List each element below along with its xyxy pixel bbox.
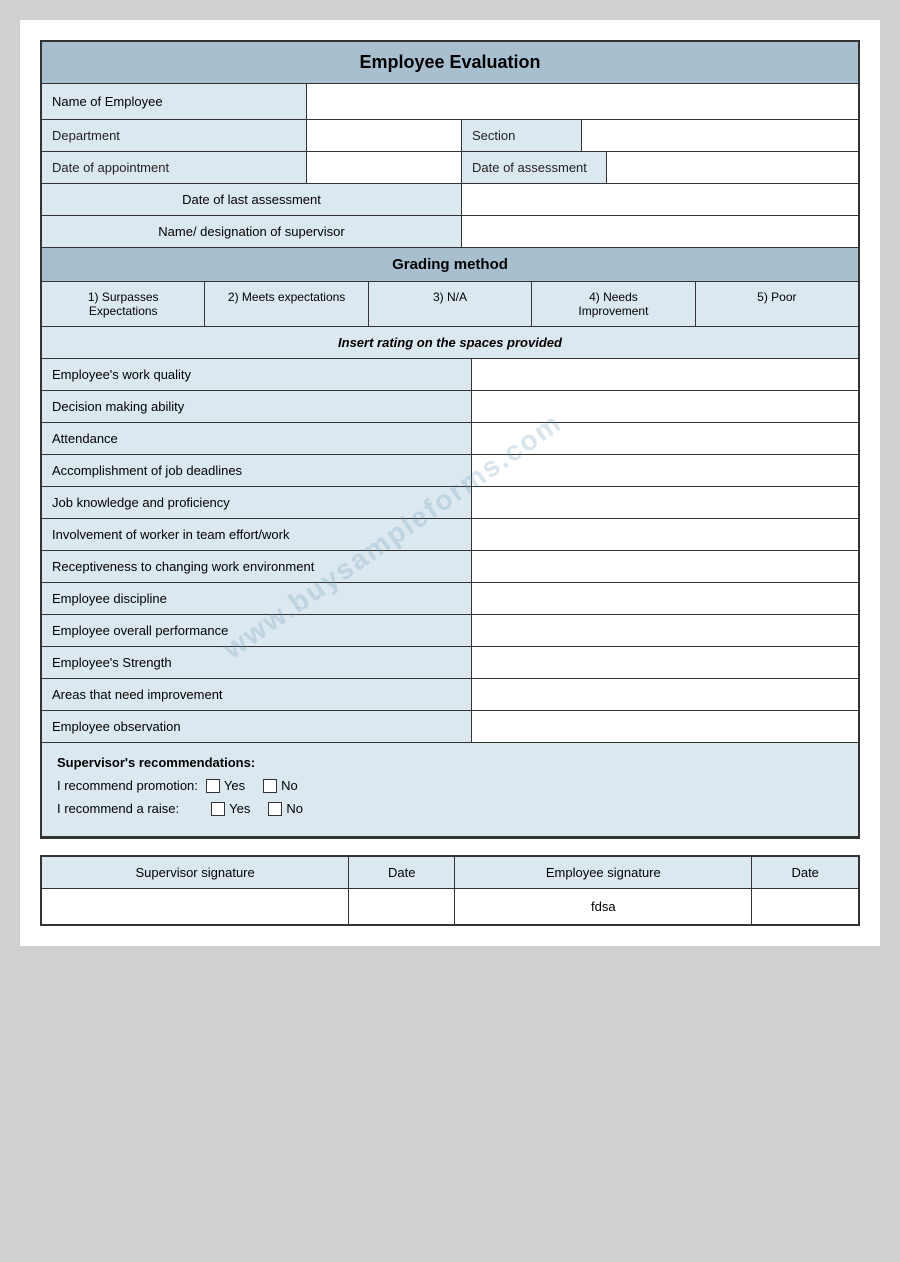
raise-label: I recommend a raise:: [57, 801, 179, 816]
eval-value-10[interactable]: [472, 647, 858, 678]
eval-value-7[interactable]: [472, 551, 858, 582]
list-item: Employee's work quality: [42, 359, 858, 391]
insert-note: Insert rating on the spaces provided: [42, 327, 858, 359]
employee-sig-value[interactable]: fdsa: [455, 889, 752, 925]
department-value[interactable]: [307, 120, 462, 151]
eval-label-2: Decision making ability: [42, 391, 472, 422]
recommendations-section: Supervisor's recommendations: I recommen…: [42, 742, 858, 837]
sig-header-2: Date: [349, 856, 455, 889]
last-assessment-value[interactable]: [462, 184, 858, 215]
grading-options: 1) SurpassesExpectations 2) Meets expect…: [42, 282, 858, 327]
eval-value-1[interactable]: [472, 359, 858, 390]
section-label: Section: [462, 120, 582, 151]
grading-header: Grading method: [42, 248, 858, 282]
supervisor-label: Name/ designation of supervisor: [42, 216, 462, 247]
appointment-label: Date of appointment: [42, 152, 307, 183]
eval-value-9[interactable]: [472, 615, 858, 646]
eval-label-8: Employee discipline: [42, 583, 472, 614]
raise-line: I recommend a raise: Yes No: [57, 801, 843, 816]
no-text-1: No: [281, 778, 298, 793]
grade-option-2: 2) Meets expectations: [205, 282, 368, 326]
promotion-yes-checkbox[interactable]: [206, 779, 220, 793]
eval-label-3: Attendance: [42, 423, 472, 454]
list-item: Involvement of worker in team effort/wor…: [42, 519, 858, 551]
eval-label-7: Receptiveness to changing work environme…: [42, 551, 472, 582]
eval-label-5: Job knowledge and proficiency: [42, 487, 472, 518]
evaluation-form: Employee Evaluation Name of Employee Dep…: [40, 40, 860, 839]
eval-label-12: Employee observation: [42, 711, 472, 742]
eval-label-4: Accomplishment of job deadlines: [42, 455, 472, 486]
assessment-label: Date of assessment: [462, 152, 607, 183]
yes-text-1: Yes: [224, 778, 245, 793]
signature-table: Supervisor signature Date Employee signa…: [40, 855, 860, 926]
signature-data-row: fdsa: [41, 889, 859, 925]
raise-no-checkbox[interactable]: [268, 802, 282, 816]
no-text-2: No: [286, 801, 303, 816]
eval-value-6[interactable]: [472, 519, 858, 550]
appointment-value[interactable]: [307, 152, 462, 183]
raise-yes-checkbox[interactable]: [211, 802, 225, 816]
list-item: Receptiveness to changing work environme…: [42, 551, 858, 583]
eval-value-2[interactable]: [472, 391, 858, 422]
eval-label-9: Employee overall performance: [42, 615, 472, 646]
eval-value-11[interactable]: [472, 679, 858, 710]
supervisor-value[interactable]: [462, 216, 858, 247]
eval-value-5[interactable]: [472, 487, 858, 518]
eval-value-4[interactable]: [472, 455, 858, 486]
recommendations-title: Supervisor's recommendations:: [57, 755, 843, 770]
eval-label-11: Areas that need improvement: [42, 679, 472, 710]
name-label: Name of Employee: [42, 84, 307, 119]
list-item: Job knowledge and proficiency: [42, 487, 858, 519]
list-item: Attendance: [42, 423, 858, 455]
list-item: Employee overall performance: [42, 615, 858, 647]
eval-value-12[interactable]: [472, 711, 858, 742]
list-item: Employee discipline: [42, 583, 858, 615]
list-item: Decision making ability: [42, 391, 858, 423]
eval-value-8[interactable]: [472, 583, 858, 614]
eval-value-3[interactable]: [472, 423, 858, 454]
promotion-line: I recommend promotion: Yes No: [57, 778, 843, 793]
eval-label-10: Employee's Strength: [42, 647, 472, 678]
grade-option-4: 4) NeedsImprovement: [532, 282, 695, 326]
promotion-label: I recommend promotion:: [57, 778, 198, 793]
list-item: Areas that need improvement: [42, 679, 858, 711]
promotion-yes-label[interactable]: Yes: [206, 778, 245, 793]
yes-text-2: Yes: [229, 801, 250, 816]
supervisor-sig-value[interactable]: [41, 889, 349, 925]
name-value[interactable]: [307, 84, 858, 119]
employee-date-value[interactable]: [752, 889, 859, 925]
signature-header-row: Supervisor signature Date Employee signa…: [41, 856, 859, 889]
grade-option-1: 1) SurpassesExpectations: [42, 282, 205, 326]
eval-label-1: Employee's work quality: [42, 359, 472, 390]
raise-no-label[interactable]: No: [268, 801, 303, 816]
form-title: Employee Evaluation: [42, 42, 858, 84]
section-value[interactable]: [582, 120, 858, 151]
sig-header-3: Employee signature: [455, 856, 752, 889]
promotion-no-label[interactable]: No: [263, 778, 298, 793]
last-assessment-label: Date of last assessment: [42, 184, 462, 215]
raise-yes-label[interactable]: Yes: [211, 801, 250, 816]
eval-label-6: Involvement of worker in team effort/wor…: [42, 519, 472, 550]
list-item: Employee's Strength: [42, 647, 858, 679]
assessment-value[interactable]: [607, 152, 858, 183]
sig-header-4: Date: [752, 856, 859, 889]
list-item: Employee observation: [42, 711, 858, 742]
list-item: Accomplishment of job deadlines: [42, 455, 858, 487]
grade-option-3: 3) N/A: [369, 282, 532, 326]
grade-option-5: 5) Poor: [696, 282, 858, 326]
supervisor-date-value[interactable]: [349, 889, 455, 925]
department-label: Department: [42, 120, 307, 151]
sig-header-1: Supervisor signature: [41, 856, 349, 889]
promotion-no-checkbox[interactable]: [263, 779, 277, 793]
